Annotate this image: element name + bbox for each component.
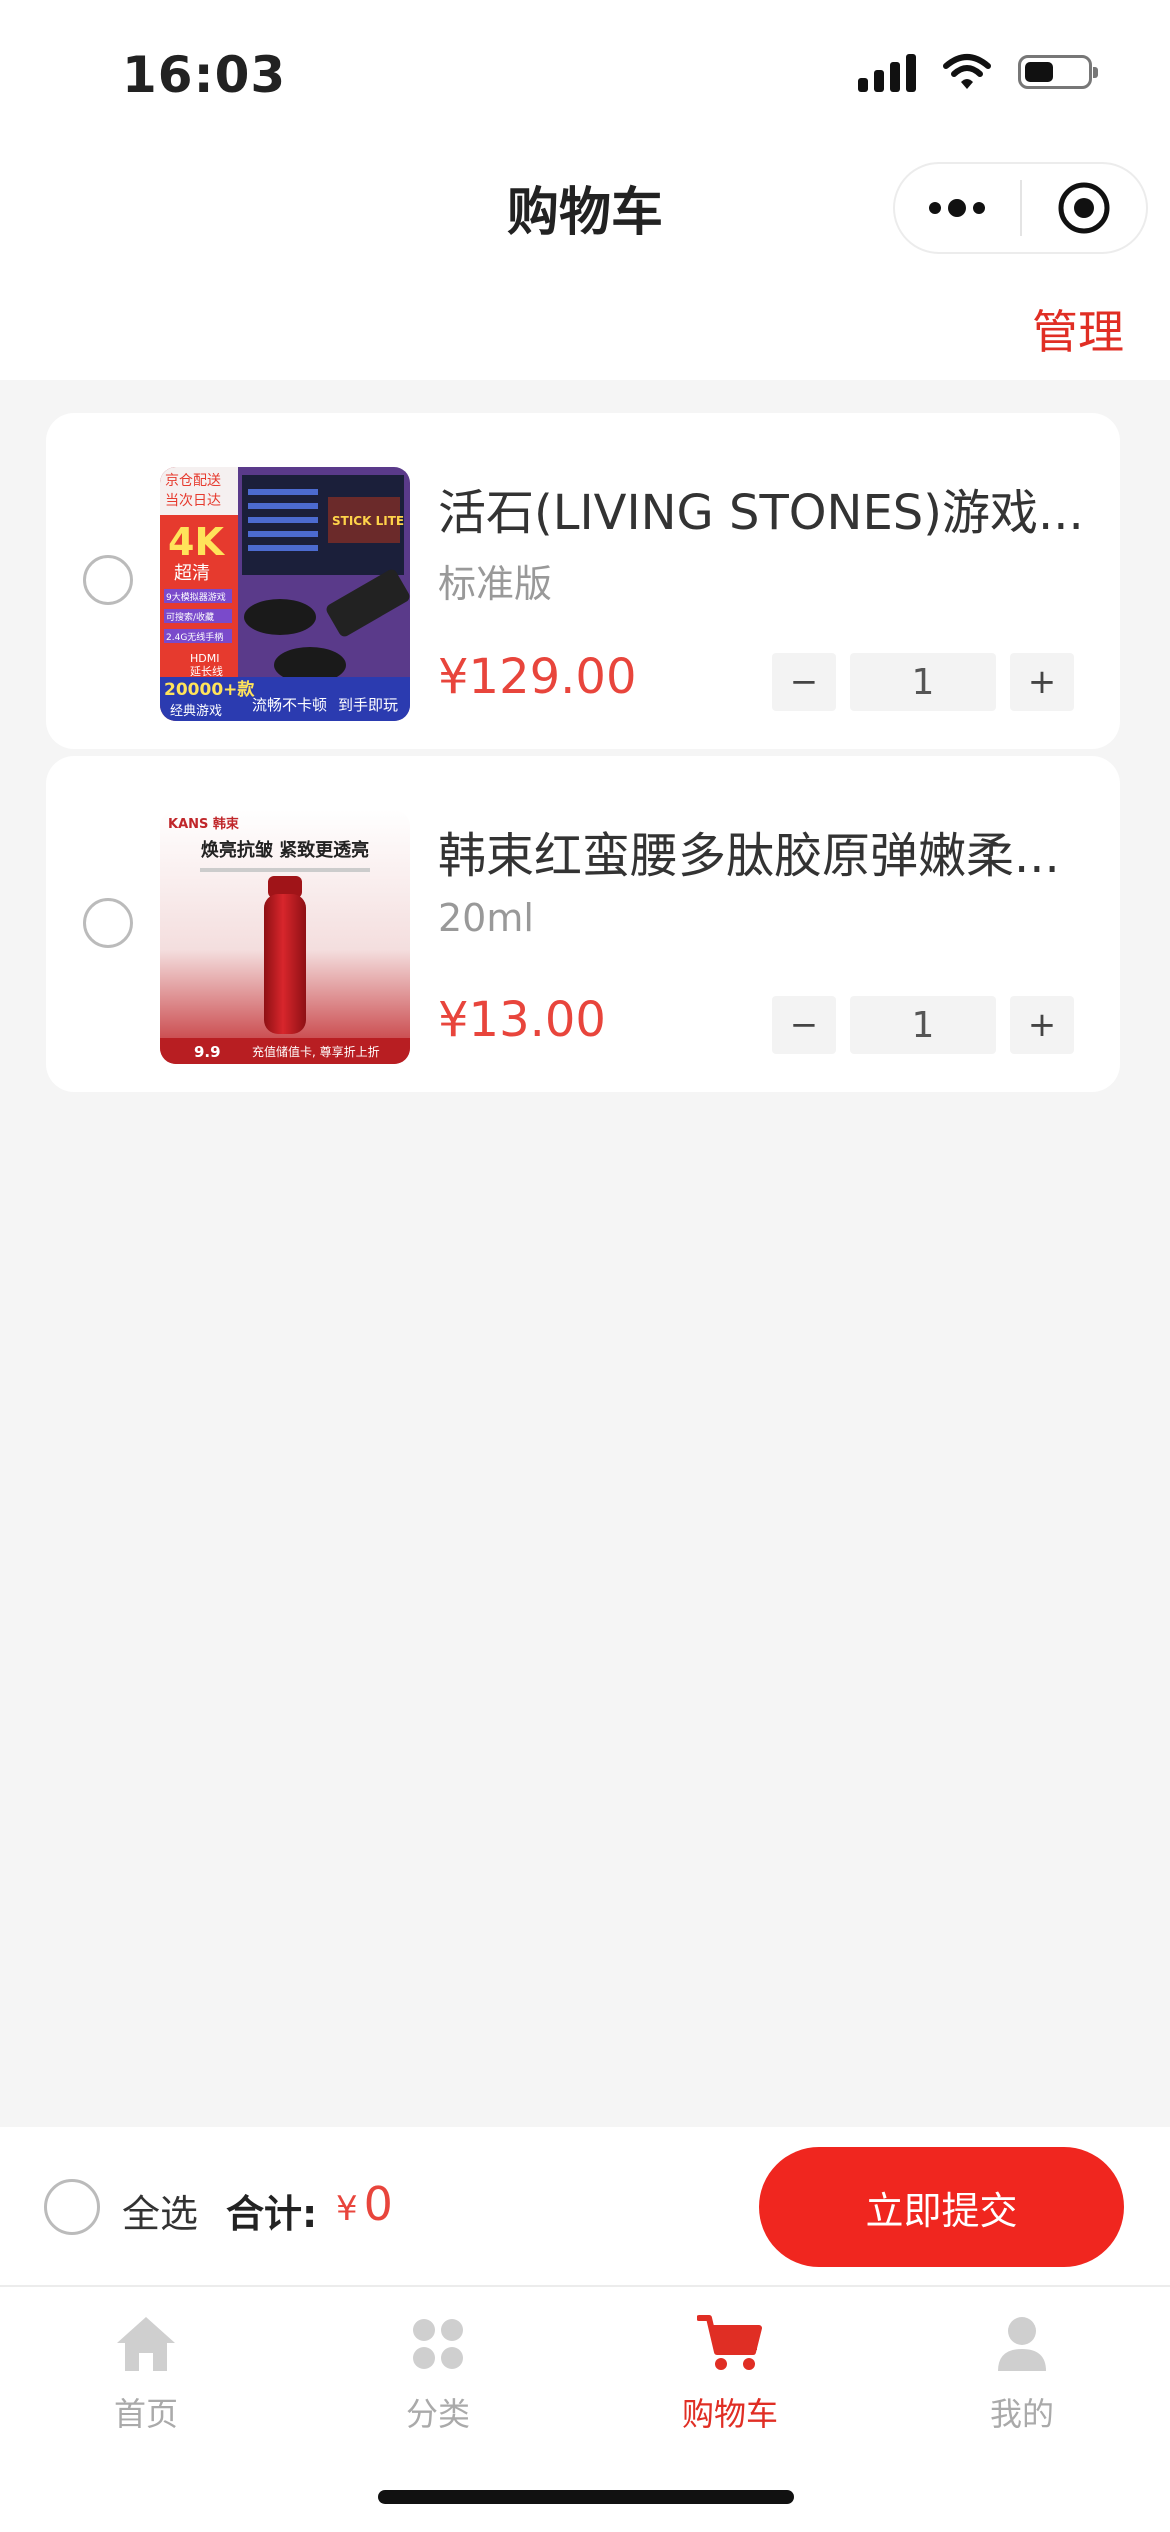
quantity-stepper: − 1 + (772, 653, 1074, 711)
svg-text:到手即玩: 到手即玩 (338, 696, 398, 714)
home-icon (117, 2317, 175, 2371)
target-icon (1058, 182, 1110, 234)
svg-text:超清: 超清 (174, 563, 210, 584)
cart-item: 京仓配送 当次日达 4K 超清 9大模拟器游戏 可搜索/收藏 2.4G无线手柄 … (46, 413, 1120, 749)
svg-text:经典游戏: 经典游戏 (170, 704, 222, 719)
select-all-checkbox[interactable] (44, 2179, 100, 2235)
total-value: 0 (363, 2177, 393, 2231)
tab-label: 分类 (405, 2395, 470, 2433)
checkout-bar: 全选 合计: ¥0 立即提交 (0, 2127, 1170, 2285)
product-spec: 20ml (438, 896, 534, 940)
product-title[interactable]: 韩束红蛮腰多肽胶原弹嫩柔... (438, 816, 1088, 886)
currency-symbol: ¥ (336, 2189, 358, 2229)
svg-text:延长线: 延长线 (190, 664, 223, 678)
cart-icon (697, 2315, 762, 2370)
tab-home[interactable]: 首页 (46, 2309, 246, 2435)
svg-text:4K: 4K (168, 520, 225, 564)
manage-button[interactable]: 管理 (1032, 296, 1124, 362)
miniprogram-capsule (893, 162, 1148, 254)
increase-quantity-button[interactable]: + (1010, 996, 1074, 1054)
product-image[interactable]: 京仓配送 当次日达 4K 超清 9大模拟器游戏 可搜索/收藏 2.4G无线手柄 … (160, 467, 410, 721)
item-select-checkbox[interactable] (83, 555, 133, 605)
quantity-input[interactable]: 1 (850, 653, 996, 711)
product-spec: 标准版 (438, 562, 553, 606)
increase-quantity-button[interactable]: + (1010, 653, 1074, 711)
svg-text:焕亮抗皱 紧致更透亮: 焕亮抗皱 紧致更透亮 (201, 839, 369, 861)
quantity-stepper: − 1 + (772, 996, 1074, 1054)
svg-text:STICK LITE: STICK LITE (332, 514, 404, 528)
battery-icon (1018, 55, 1098, 89)
product-title[interactable]: 活石(LIVING STONES)游戏... (438, 473, 1088, 543)
tab-label: 首页 (113, 2395, 178, 2433)
svg-text:当次日达: 当次日达 (165, 493, 221, 509)
svg-text:9大模拟器游戏: 9大模拟器游戏 (166, 591, 226, 603)
svg-text:9.9: 9.9 (194, 1043, 221, 1061)
total-amount: ¥0 (336, 2177, 393, 2231)
tab-cart[interactable]: 购物车 (630, 2309, 830, 2435)
wifi-icon (943, 54, 991, 89)
quantity-input[interactable]: 1 (850, 996, 996, 1054)
tab-label: 购物车 (681, 2395, 778, 2433)
item-select-checkbox[interactable] (83, 898, 133, 948)
svg-text:HDMI: HDMI (190, 652, 219, 665)
signal-icon (858, 52, 916, 92)
close-miniprogram-button[interactable] (1022, 164, 1147, 252)
tab-category[interactable]: 分类 (338, 2309, 538, 2435)
tab-label: 我的 (989, 2395, 1054, 2433)
svg-text:流畅不卡顿: 流畅不卡顿 (252, 696, 327, 714)
status-time: 16:03 (122, 46, 287, 104)
product-image[interactable]: KANS 韩束 焕亮抗皱 紧致更透亮 9.9 充值储值卡, 尊享折上折 (160, 810, 410, 1064)
svg-text:充值储值卡, 尊享折上折: 充值储值卡, 尊享折上折 (252, 1044, 380, 1059)
product-price: ¥129.00 (438, 649, 637, 705)
category-icon (413, 2319, 463, 2369)
svg-text:2.4G无线手柄: 2.4G无线手柄 (166, 631, 223, 643)
total-label: 合计: (226, 2192, 318, 2236)
header: 16:03 购物车 管理 (0, 0, 1170, 380)
profile-icon (998, 2317, 1046, 2371)
svg-text:可搜索/收藏: 可搜索/收藏 (166, 611, 214, 623)
submit-order-button[interactable]: 立即提交 (759, 2147, 1124, 2267)
more-button[interactable] (895, 164, 1020, 252)
tab-profile[interactable]: 我的 (922, 2309, 1122, 2435)
select-all-label[interactable]: 全选 (122, 2183, 198, 2238)
decrease-quantity-button[interactable]: − (772, 996, 836, 1054)
cart-item: KANS 韩束 焕亮抗皱 紧致更透亮 9.9 充值储值卡, 尊享折上折 韩束红蛮… (46, 756, 1120, 1092)
svg-text:20000+款: 20000+款 (164, 679, 255, 700)
status-icons (858, 52, 1098, 92)
svg-text:KANS 韩束: KANS 韩束 (168, 816, 240, 832)
svg-text:京仓配送: 京仓配送 (165, 473, 221, 489)
home-indicator (378, 2490, 794, 2504)
decrease-quantity-button[interactable]: − (772, 653, 836, 711)
product-price: ¥13.00 (438, 992, 606, 1048)
more-dots-icon (929, 199, 986, 217)
